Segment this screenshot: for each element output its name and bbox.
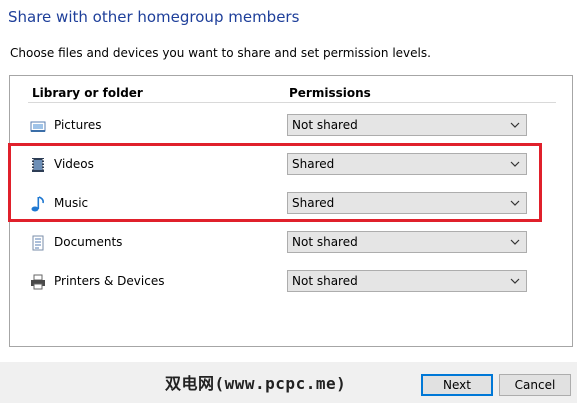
watermark: 双电网(www.pcpc.me) <box>165 374 347 393</box>
column-header-permissions: Permissions <box>289 86 371 100</box>
column-header-library: Library or folder <box>32 86 143 100</box>
select-value: Not shared <box>292 274 358 288</box>
dialog-title: Share with other homegroup members <box>8 8 300 26</box>
select-value: Not shared <box>292 235 358 249</box>
documents-icon <box>29 234 47 252</box>
table-row: Printers & Devices Not shared <box>10 270 572 296</box>
permission-select-documents[interactable]: Not shared <box>287 231 527 253</box>
table-row: Pictures Not shared <box>10 114 572 140</box>
permission-select-printers[interactable]: Not shared <box>287 270 527 292</box>
header-divider <box>28 102 556 103</box>
chevron-down-icon <box>509 119 521 131</box>
pictures-icon <box>29 117 47 135</box>
row-label: Printers & Devices <box>54 274 165 288</box>
row-label: Pictures <box>54 118 102 132</box>
printer-icon <box>29 273 47 291</box>
dialog-instruction: Choose files and devices you want to sha… <box>10 46 431 60</box>
next-button[interactable]: Next <box>421 374 493 396</box>
chevron-down-icon <box>509 275 521 287</box>
select-value: Not shared <box>292 118 358 132</box>
cancel-button[interactable]: Cancel <box>499 374 571 396</box>
chevron-down-icon <box>509 236 521 248</box>
row-label: Documents <box>54 235 123 249</box>
highlight-box <box>8 143 542 222</box>
permission-select-pictures[interactable]: Not shared <box>287 114 527 136</box>
table-row: Documents Not shared <box>10 231 572 257</box>
